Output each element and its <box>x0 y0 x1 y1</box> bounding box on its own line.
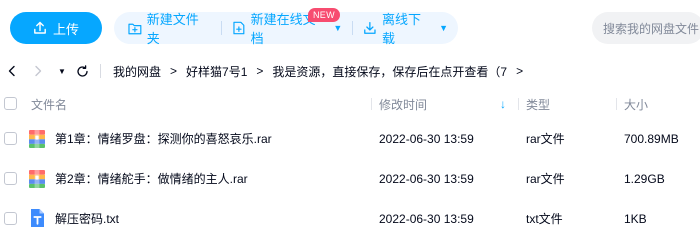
offline-download-label: 离线下载 <box>381 12 421 46</box>
toolbar-actions-group: 新建文件夹 新建在线文档 ▼ 离线下载 ▼ <box>114 12 458 46</box>
breadcrumb: ▼ 我的网盘 > 好样猫7号1 > 我是资源，直接保存，保存后在点开查看（7 > <box>0 58 700 84</box>
breadcrumb-item-current[interactable]: 我是资源，直接保存，保存后在点开查看（7 <box>272 63 507 80</box>
download-icon <box>364 21 376 34</box>
chevron-down-icon: ▼ <box>333 23 343 33</box>
file-type: rar文件 <box>526 172 565 186</box>
file-name[interactable]: 解压密码.txt <box>55 211 119 227</box>
breadcrumb-separator-icon: > <box>170 64 178 78</box>
table-row[interactable]: 第2章：情绪舵手：做情绪的主人.rar 2022-06-30 13:59 rar… <box>0 159 700 199</box>
forward-button[interactable] <box>28 61 48 81</box>
chevron-right-icon <box>35 65 42 77</box>
file-type: txt文件 <box>526 212 563 226</box>
file-table-header: 文件名 修改时间 ↓ 类型 大小 <box>0 88 700 120</box>
column-divider <box>616 98 617 110</box>
search-placeholder: 搜索我的网盘文件 <box>603 21 700 36</box>
chevron-down-icon: ▼ <box>439 23 448 33</box>
breadcrumb-item-root[interactable]: 我的网盘 <box>113 63 161 80</box>
file-name[interactable]: 第1章：情绪罗盘：探测你的喜怒哀乐.rar <box>55 131 272 147</box>
breadcrumb-path: 我的网盘 > 好样猫7号1 > 我是资源，直接保存，保存后在点开查看（7 > <box>100 63 532 80</box>
new-folder-label: 新建文件夹 <box>146 12 199 46</box>
file-type: rar文件 <box>526 132 565 146</box>
offline-download-button[interactable]: 离线下载 ▼ <box>353 12 458 46</box>
new-folder-button[interactable]: 新建文件夹 <box>114 12 221 46</box>
history-dropdown-button[interactable]: ▼ <box>52 61 72 81</box>
column-header-type[interactable]: 类型 <box>526 96 550 113</box>
txt-file-icon <box>31 209 44 227</box>
breadcrumb-divider <box>100 64 101 78</box>
back-button[interactable] <box>2 61 22 81</box>
file-modified-time: 2022-06-30 13:59 <box>379 132 474 146</box>
file-modified-time: 2022-06-30 13:59 <box>379 172 474 186</box>
rar-archive-icon <box>29 130 45 148</box>
search-input[interactable]: 搜索我的网盘文件 <box>592 12 700 44</box>
toolbar: 上传 新建文件夹 新建在线文档 ▼ 离线下载 ▼ NEW 搜索我的网盘文件 <box>0 0 700 54</box>
sort-descending-icon[interactable]: ↓ <box>500 97 506 111</box>
column-header-size[interactable]: 大小 <box>624 96 648 113</box>
file-name[interactable]: 第2章：情绪舵手：做情绪的主人.rar <box>55 171 248 187</box>
file-size: 700.89MB <box>624 132 679 146</box>
file-modified-time: 2022-06-30 13:59 <box>379 212 474 226</box>
refresh-button[interactable] <box>72 61 92 81</box>
upload-button-label: 上传 <box>52 21 79 37</box>
rar-archive-icon <box>29 170 45 188</box>
caret-down-icon: ▼ <box>58 66 66 76</box>
table-row[interactable]: 解压密码.txt 2022-06-30 13:59 txt文件 1KB <box>0 199 700 239</box>
column-divider <box>371 98 372 110</box>
upload-icon <box>34 21 46 34</box>
column-header-modified[interactable]: 修改时间 <box>379 96 427 113</box>
row-checkbox[interactable] <box>4 172 17 185</box>
column-header-name[interactable]: 文件名 <box>31 96 67 113</box>
file-size: 1KB <box>624 212 647 226</box>
new-badge: NEW <box>308 8 340 22</box>
row-checkbox[interactable] <box>4 212 17 225</box>
breadcrumb-item-folder[interactable]: 好样猫7号1 <box>186 63 247 80</box>
row-checkbox[interactable] <box>4 132 17 145</box>
refresh-icon <box>76 64 88 77</box>
table-row[interactable]: 第1章：情绪罗盘：探测你的喜怒哀乐.rar 2022-06-30 13:59 r… <box>0 119 700 159</box>
select-all-checkbox[interactable] <box>4 97 17 110</box>
breadcrumb-separator-icon: > <box>516 64 524 78</box>
column-divider <box>518 98 519 110</box>
file-size: 1.29GB <box>624 172 665 186</box>
new-doc-icon <box>233 21 245 35</box>
upload-button[interactable]: 上传 <box>10 12 102 44</box>
breadcrumb-separator-icon: > <box>256 64 264 78</box>
chevron-left-icon <box>8 65 15 77</box>
new-folder-icon <box>128 23 142 34</box>
